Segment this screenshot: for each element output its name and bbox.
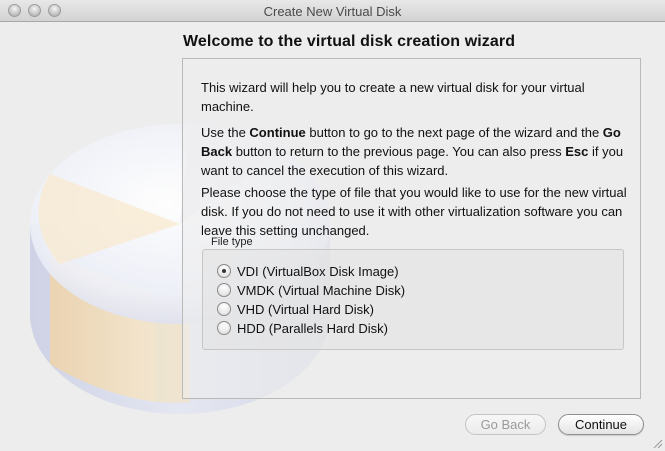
title-bar[interactable]: Create New Virtual Disk [0, 0, 665, 22]
choose-type-text: Please choose the type of file that you … [201, 185, 627, 238]
radio-option-vdi[interactable]: VDI (VirtualBox Disk Image) [217, 262, 399, 280]
radio-option-vhd[interactable]: VHD (Virtual Hard Disk) [217, 300, 374, 318]
radio-option-vmdk[interactable]: VMDK (Virtual Machine Disk) [217, 281, 405, 299]
radio-label: VDI (VirtualBox Disk Image) [237, 263, 399, 279]
wizard-content-panel: This wizard will help you to create a ne… [182, 58, 641, 399]
continue-button[interactable]: Continue [558, 414, 644, 435]
radio-button[interactable] [217, 321, 231, 335]
radio-button[interactable] [217, 302, 231, 316]
radio-label: HDD (Parallels Hard Disk) [237, 320, 388, 336]
resize-grip-icon[interactable] [651, 437, 663, 449]
radio-button-selected[interactable] [217, 264, 231, 278]
radio-option-hdd[interactable]: HDD (Parallels Hard Disk) [217, 319, 388, 337]
radio-label: VMDK (Virtual Machine Disk) [237, 282, 406, 298]
radio-button[interactable] [217, 283, 231, 297]
file-type-label: File type [211, 236, 253, 248]
radio-label: VHD (Virtual Hard Disk) [237, 301, 375, 317]
file-type-group: VDI (VirtualBox Disk Image) VMDK (Virtua… [202, 249, 624, 350]
window-title: Create New Virtual Disk [263, 4, 402, 19]
wizard-heading: Welcome to the virtual disk creation wiz… [183, 33, 516, 50]
wizard-window: Create New Virtual Disk Welcome to the v… [0, 0, 665, 451]
intro-text: This wizard will help you to create a ne… [201, 80, 585, 114]
go-back-button[interactable]: Go Back [465, 414, 546, 435]
navigation-help-text: Use the Continue button to go to the nex… [201, 125, 624, 178]
